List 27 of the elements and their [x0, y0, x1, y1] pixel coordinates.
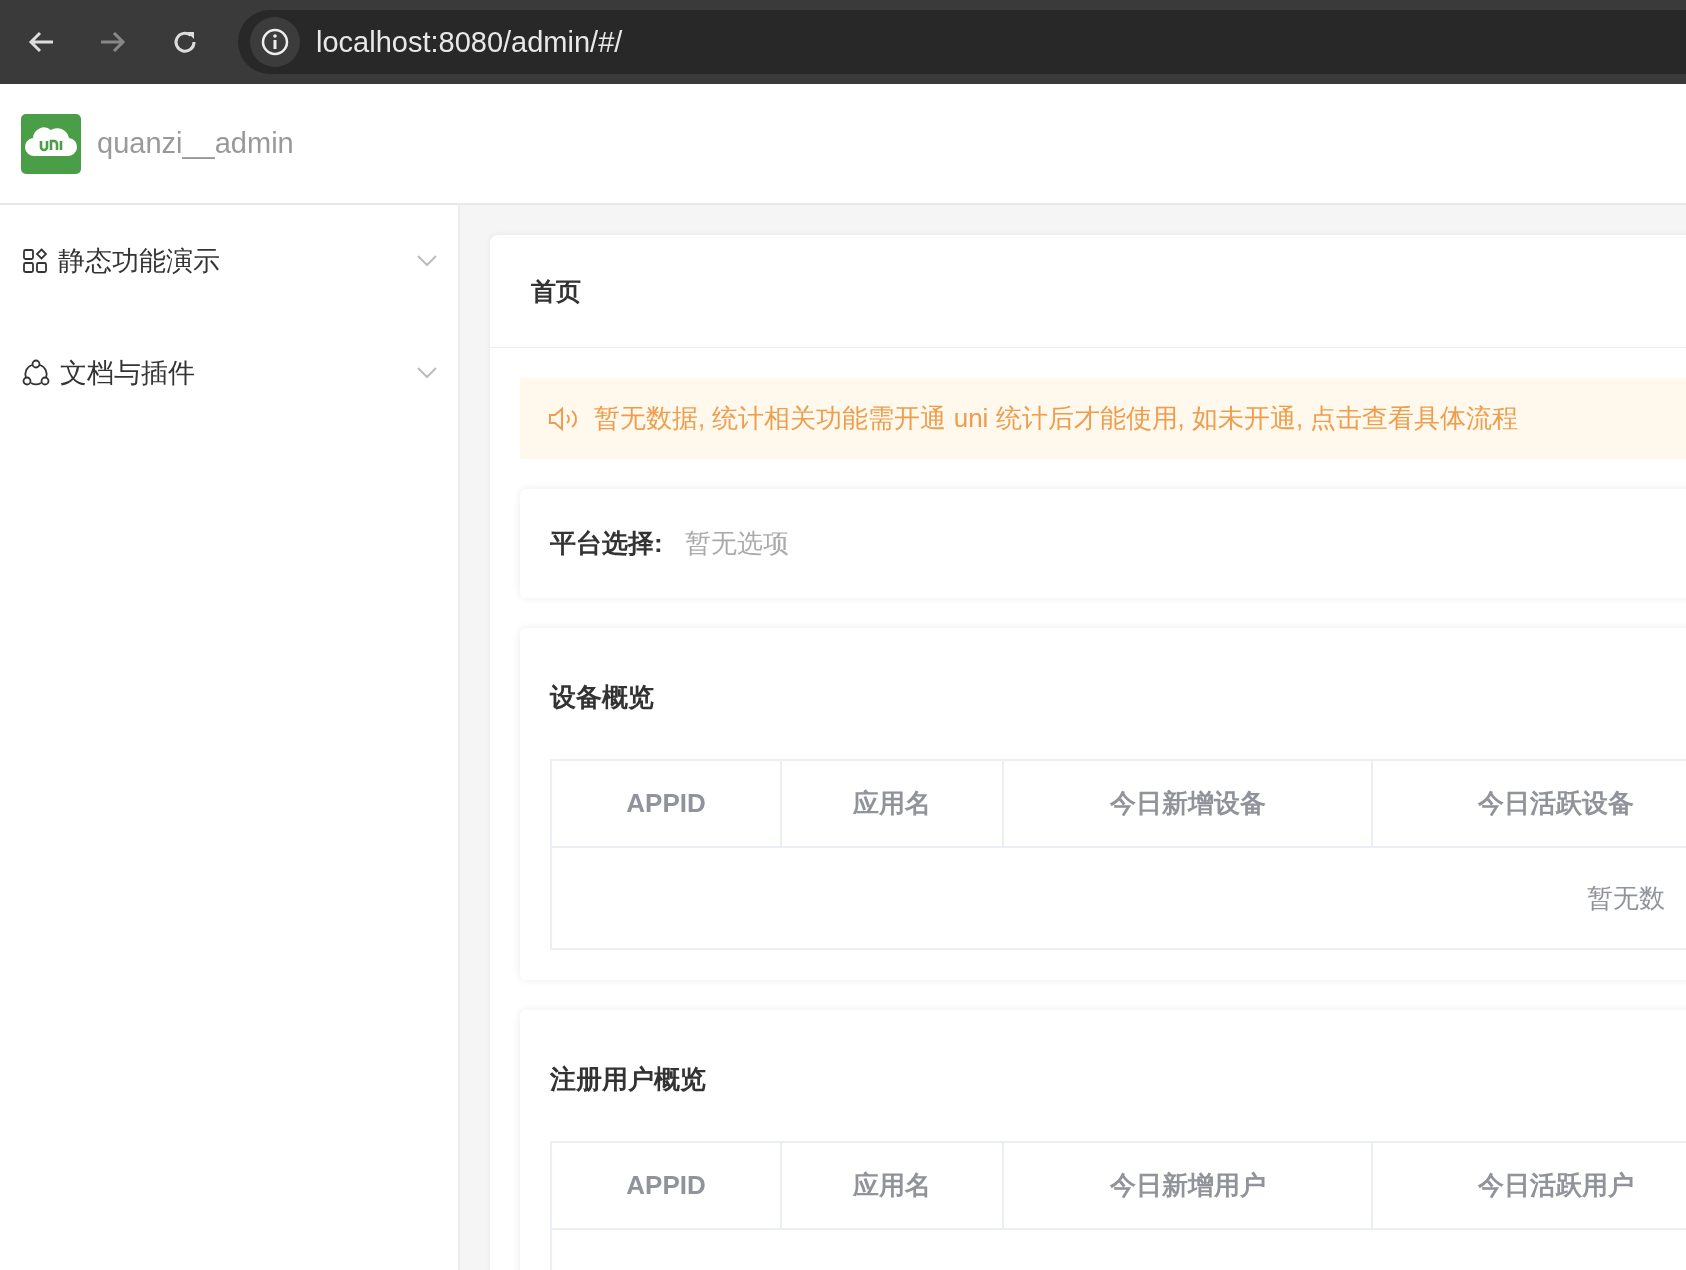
notice-text: 暂无数据, 统计相关功能需开通 uni 统计后才能使用, 如未开通, 点击查看具体流程: [594, 402, 1519, 435]
sidebar-item-label: 静态功能演示: [58, 245, 221, 278]
address-bar-url[interactable]: localhost:8080/admin/#/: [316, 25, 623, 59]
column-header: 应用名: [782, 1143, 1004, 1228]
logo-icon: [21, 113, 81, 174]
page-title: 首页: [531, 275, 581, 307]
column-header: 应用名: [782, 761, 1004, 846]
share-icon: [22, 359, 50, 387]
column-header: 今日活跃设备: [1373, 761, 1686, 846]
filter-label: 平台选择:: [550, 527, 663, 560]
info-icon[interactable]: [261, 28, 289, 56]
column-header: APPID: [552, 761, 782, 846]
sidebar-item-label: 文档与插件: [60, 357, 196, 390]
speaker-icon: [548, 405, 580, 432]
column-header: 今日新增设备: [1004, 761, 1373, 846]
empty-text: 暂无数: [1587, 881, 1665, 915]
panel-title: 注册用户概览: [550, 1063, 707, 1096]
forward-arrow-icon: [99, 30, 127, 54]
panel-title: 设备概览: [550, 681, 655, 714]
column-header: 今日活跃用户: [1373, 1143, 1686, 1228]
column-header: 今日新增用户: [1004, 1143, 1373, 1228]
sidebar-item[interactable]: 静态功能演示: [0, 205, 458, 317]
column-header: APPID: [552, 1143, 782, 1228]
app-name: quanzi__admin: [97, 127, 294, 160]
back-arrow-icon: [27, 30, 55, 54]
sidebar-item[interactable]: 文档与插件: [0, 317, 458, 429]
grid-icon: [22, 248, 48, 274]
